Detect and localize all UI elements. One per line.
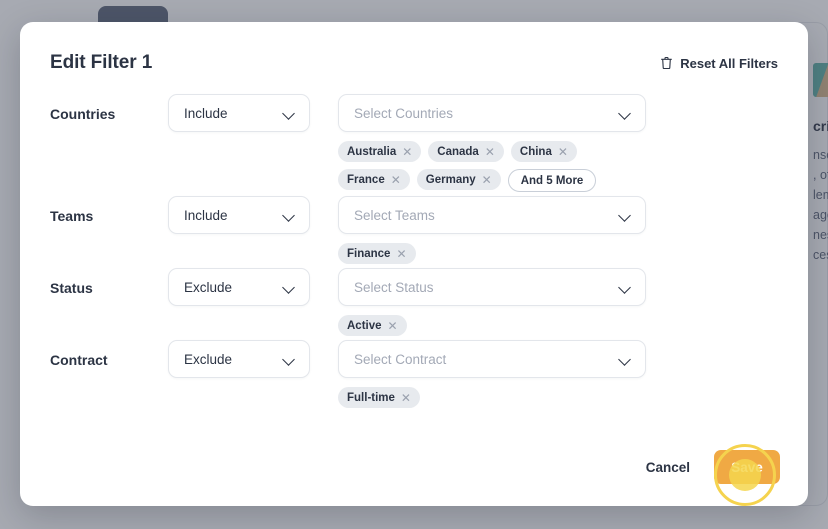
selected-tag[interactable]: Active ✕ [338,315,407,336]
chevron-down-icon [283,209,296,222]
filter-row: Countries Include Select Countries Australi… [50,94,780,192]
filter-row: Teams Include Select Teams Finance ✕ [50,196,780,264]
filter-mode-value: Exclude [184,280,232,295]
chevron-down-icon [619,107,632,120]
chevron-down-icon [283,353,296,366]
selected-tag[interactable]: Canada ✕ [428,141,504,162]
reset-all-filters-label: Reset All Filters [680,56,778,71]
remove-tag-icon[interactable]: ✕ [388,320,398,332]
filter-mode-select[interactable]: Include [168,94,310,132]
filter-row: Contract Exclude Select Contract Full-time ✕ [50,340,780,408]
filter-value-select[interactable]: Select Teams [338,196,646,234]
filter-row-label: Contract [50,340,168,368]
remove-tag-icon[interactable]: ✕ [401,392,411,404]
filter-mode-value: Include [184,106,228,121]
selected-tag-label: Australia [347,146,396,158]
selected-tag[interactable]: Germany ✕ [417,169,501,190]
chevron-down-icon [619,281,632,294]
selected-tag-label: Canada [437,146,479,158]
page-title: Edit Filter 1 [50,52,152,74]
filter-value-select[interactable]: Select Countries [338,94,646,132]
selected-tags: Active ✕ [338,315,646,336]
filter-value-placeholder: Select Countries [354,106,453,121]
filter-value-select[interactable]: Select Status [338,268,646,306]
save-button[interactable]: Save [714,450,780,484]
filter-value-placeholder: Select Contract [354,352,446,367]
selected-tag-label: France [347,174,385,186]
chevron-down-icon [619,209,632,222]
selected-tag[interactable]: Full-time ✕ [338,387,420,408]
selected-tag[interactable]: France ✕ [338,169,410,190]
selected-tag[interactable]: Australia ✕ [338,141,421,162]
selected-tag-label: China [520,146,552,158]
chevron-down-icon [283,107,296,120]
filter-mode-value: Exclude [184,352,232,367]
show-more-tags-button[interactable]: And 5 More [508,169,597,192]
filter-value-placeholder: Select Status [354,280,434,295]
trash-icon [660,56,673,70]
remove-tag-icon[interactable]: ✕ [391,174,401,186]
chevron-down-icon [283,281,296,294]
filter-row-label: Countries [50,94,168,122]
reset-all-filters-button[interactable]: Reset All Filters [658,52,780,75]
selected-tag-label: Finance [347,248,390,260]
selected-tag[interactable]: Finance ✕ [338,243,416,264]
selected-tag-label: Active [347,320,382,332]
dialog-footer: Cancel Save [640,450,780,484]
filter-mode-select[interactable]: Exclude [168,340,310,378]
filter-value-column: Select Status Active ✕ [338,268,646,336]
filter-mode-select[interactable]: Exclude [168,268,310,306]
filter-value-column: Select Teams Finance ✕ [338,196,646,264]
selected-tags: Finance ✕ [338,243,646,264]
dialog-header: Edit Filter 1 Reset All Filters [50,48,780,78]
selected-tags: Australia ✕ Canada ✕ China ✕ France ✕ Germany ✕ An… [338,141,646,192]
selected-tag-label: Germany [426,174,476,186]
selected-tag[interactable]: China ✕ [511,141,577,162]
filter-value-select[interactable]: Select Contract [338,340,646,378]
filter-row-label: Status [50,268,168,296]
selected-tag-label: Full-time [347,392,395,404]
filter-row-label: Teams [50,196,168,224]
filter-rows: Countries Include Select Countries Australi… [50,94,780,408]
selected-tags: Full-time ✕ [338,387,646,408]
filter-mode-select[interactable]: Include [168,196,310,234]
edit-filter-dialog: Edit Filter 1 Reset All Filters Countrie… [20,22,808,506]
remove-tag-icon[interactable]: ✕ [485,146,495,158]
filter-row: Status Exclude Select Status Active ✕ [50,268,780,336]
remove-tag-icon[interactable]: ✕ [402,146,412,158]
filter-mode-value: Include [184,208,228,223]
chevron-down-icon [619,353,632,366]
remove-tag-icon[interactable]: ✕ [396,248,406,260]
filter-value-placeholder: Select Teams [354,208,435,223]
remove-tag-icon[interactable]: ✕ [482,174,492,186]
filter-value-column: Select CountriesAustralia✕Canada✕China✕F… [338,94,646,192]
remove-tag-icon[interactable]: ✕ [558,146,568,158]
filter-value-column: Select Contract Full-time ✕ [338,340,646,408]
cancel-button[interactable]: Cancel [640,452,696,483]
